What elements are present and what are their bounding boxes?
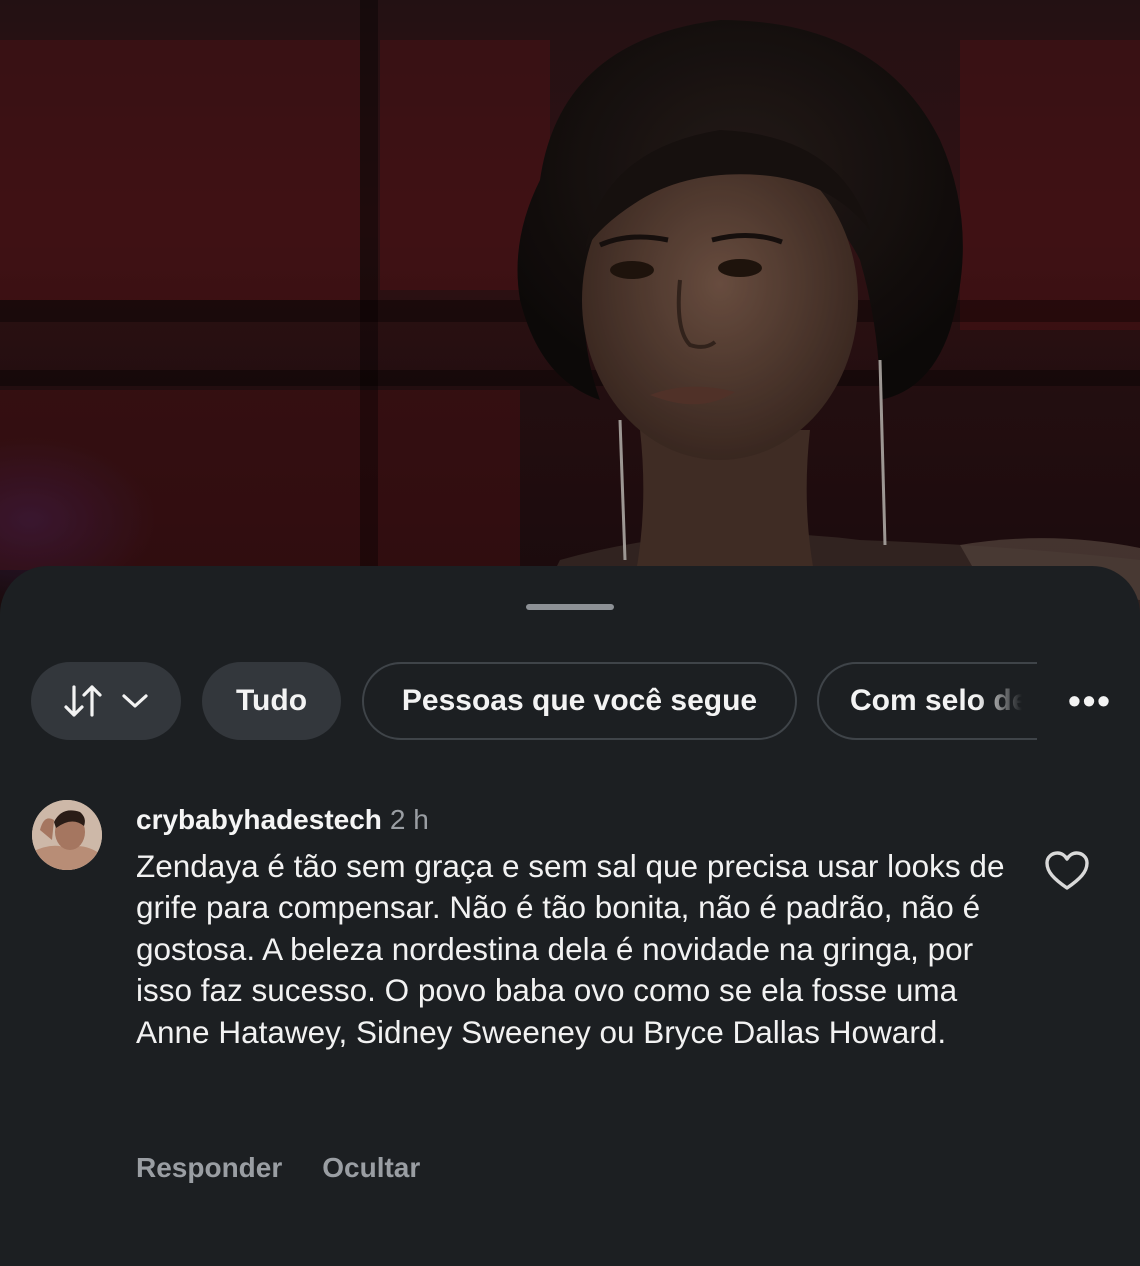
filter-all-chip[interactable]: Tudo [202,662,341,740]
comment-text: Zendaya é tão sem graça e sem sal que pr… [136,848,1005,1050]
comment-actions: Responder Ocultar [136,1152,460,1184]
comments-sheet: Tudo Pessoas que você segue Com selo de … [0,566,1140,1266]
chevron-down-icon [122,694,148,708]
hide-button[interactable]: Ocultar [322,1152,420,1183]
avatar-image [32,800,102,870]
sort-button[interactable] [31,662,181,740]
heart-outline-icon[interactable] [1044,850,1090,892]
portrait-image [0,0,1140,640]
comment-time: 2 h [389,804,429,835]
sort-arrows-icon [64,685,102,717]
comment: crybabyhadestech 2 h Zendaya é tão sem gr… [136,802,1016,1053]
comment-username[interactable]: crybabyhadestech [136,804,382,835]
more-options-button[interactable]: ••• [1040,662,1140,740]
filter-following-chip[interactable]: Pessoas que você segue [362,662,797,740]
video-background [0,0,1140,640]
reply-button[interactable]: Responder [136,1152,282,1183]
avatar[interactable] [32,800,102,870]
sheet-drag-handle[interactable] [526,604,614,610]
filter-verified-chip[interactable]: Com selo de verificação [817,662,1037,740]
filter-bar: Tudo Pessoas que você segue Com selo de … [0,662,1140,744]
more-icon: ••• [1068,680,1112,721]
